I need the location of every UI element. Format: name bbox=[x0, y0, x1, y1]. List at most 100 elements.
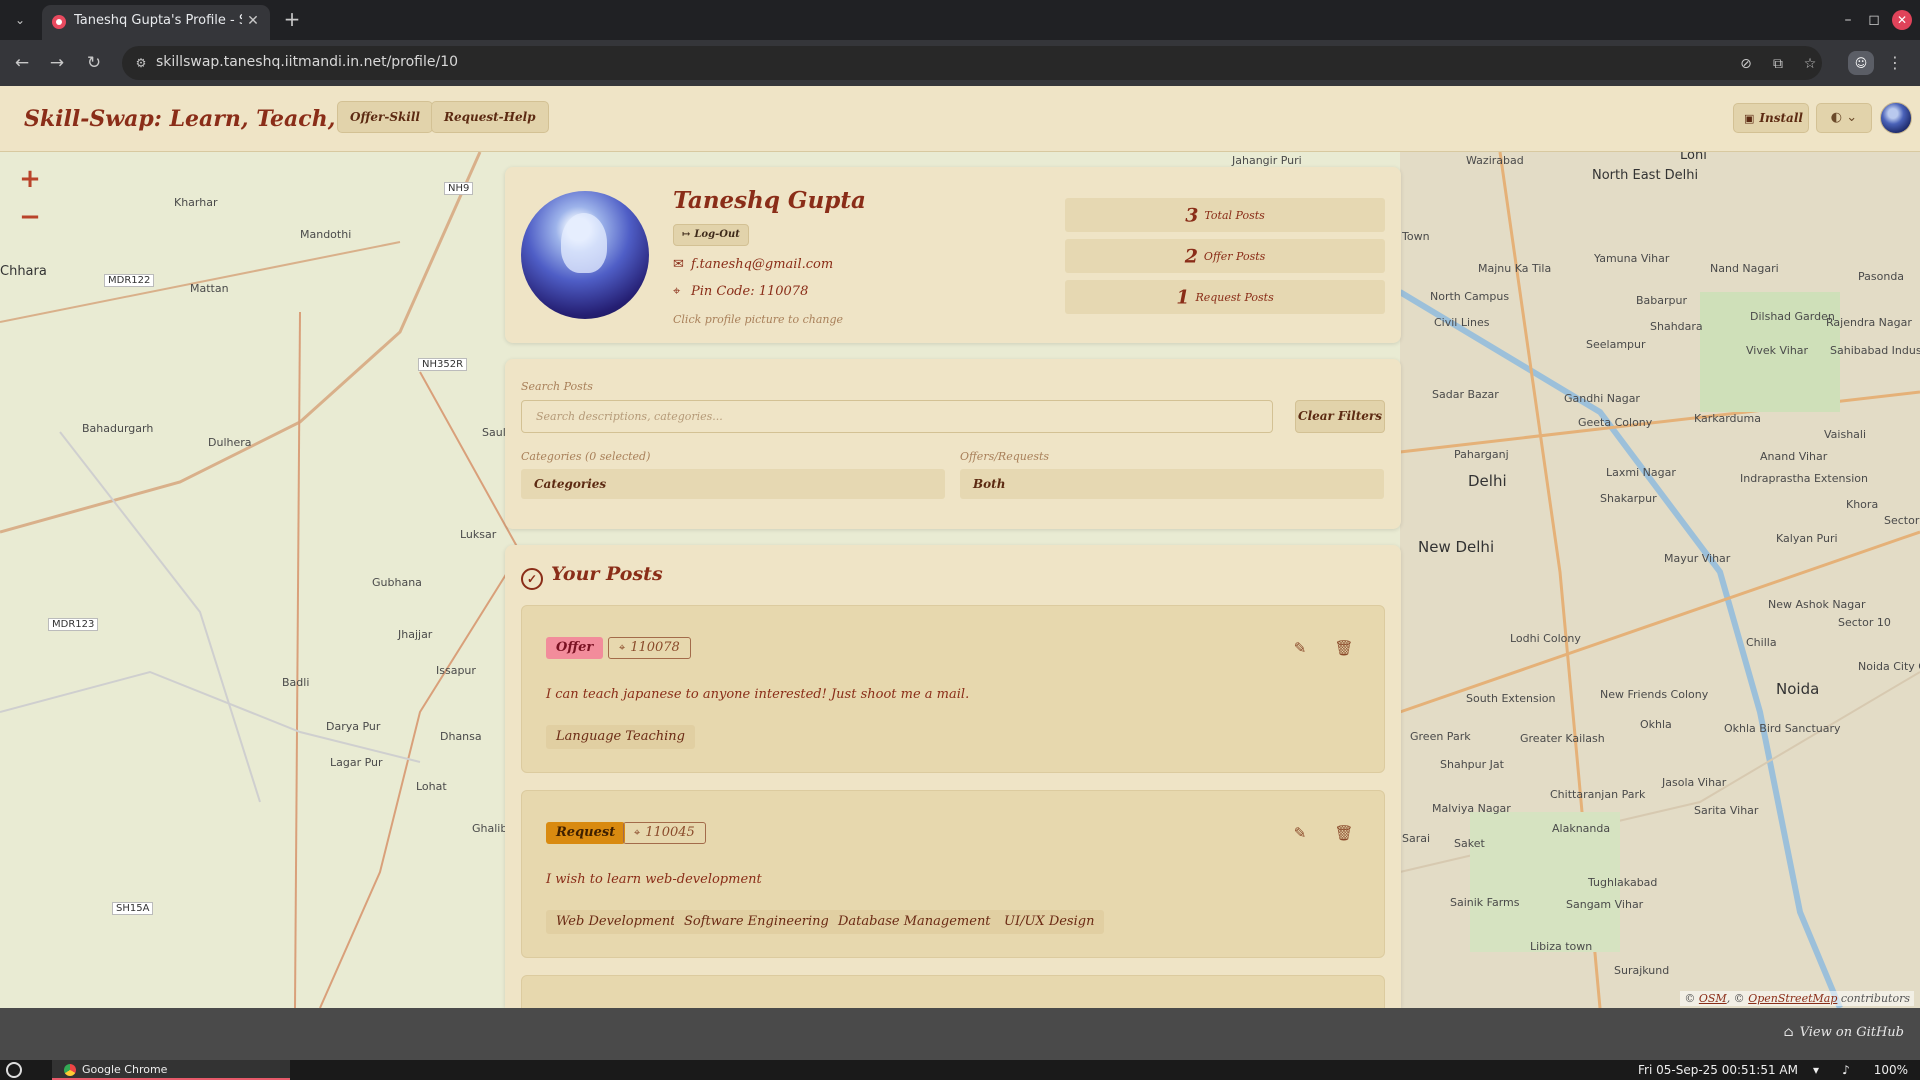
delete-icon[interactable]: 🗑 bbox=[1334, 638, 1354, 658]
logout-button[interactable]: ↦ Log-Out bbox=[673, 224, 749, 246]
header-avatar[interactable] bbox=[1880, 102, 1912, 134]
map-label: Wazirabad bbox=[1466, 154, 1524, 167]
zoom-in-button[interactable]: + bbox=[14, 164, 46, 196]
map-label: Mattan bbox=[190, 282, 229, 295]
new-tab-icon[interactable]: + bbox=[280, 8, 304, 32]
os-taskbar: Google Chrome Fri 05-Sep-25 00:51:51 AM … bbox=[0, 1060, 1920, 1080]
clear-filters-button[interactable]: Clear Filters bbox=[1295, 400, 1385, 433]
map-label: Loni bbox=[1680, 152, 1707, 163]
post-card: Request ⌖ 110045 ✎ 🗑 I wish to learn web-… bbox=[521, 790, 1385, 958]
search-filters-card: Search Posts Clear Filters Categories (0… bbox=[505, 359, 1401, 529]
post-tag: Software Engineering bbox=[674, 910, 839, 934]
profile-picture[interactable] bbox=[521, 191, 649, 319]
install-icon: ▣ bbox=[1744, 112, 1755, 125]
tab-search-icon[interactable]: ⌄ bbox=[8, 8, 32, 32]
post-pin: 110045 bbox=[645, 825, 695, 840]
map-label: New Delhi bbox=[1418, 538, 1495, 556]
map-label: Karkarduma bbox=[1694, 412, 1761, 425]
map-label: Noida bbox=[1776, 680, 1820, 698]
map-label: Saket bbox=[1454, 837, 1485, 850]
post-type-badge: Offer bbox=[546, 637, 604, 659]
system-clock[interactable]: Fri 05-Sep-25 00:51:51 AM bbox=[1638, 1063, 1798, 1077]
map-label: Shahdara bbox=[1650, 320, 1703, 333]
openstreetmap-link[interactable]: OpenStreetMap bbox=[1748, 992, 1837, 1005]
battery-level[interactable]: 100% bbox=[1874, 1063, 1908, 1077]
system-menu-icon[interactable] bbox=[6, 1062, 22, 1078]
minimize-icon[interactable]: – bbox=[1836, 8, 1860, 32]
map-label: Darya Pur bbox=[326, 720, 381, 733]
reload-icon[interactable]: ↻ bbox=[82, 51, 106, 75]
taskbar-chrome-item[interactable]: Google Chrome bbox=[52, 1060, 290, 1080]
stat-offer-posts: 2 Offer Posts bbox=[1065, 239, 1385, 273]
profile-email[interactable]: f.taneshq@gmail.com bbox=[691, 257, 833, 272]
palette-icon: ◐ bbox=[1830, 110, 1843, 125]
browser-menu-icon[interactable]: ⋮ bbox=[1886, 51, 1904, 75]
search-input[interactable] bbox=[521, 400, 1273, 433]
edit-icon[interactable]: ✎ bbox=[1290, 638, 1310, 658]
road-shield: MDR122 bbox=[104, 274, 155, 287]
request-help-button[interactable]: Request-Help bbox=[431, 101, 549, 133]
post-card-partial bbox=[521, 975, 1385, 1008]
chevron-down-icon: ⌄ bbox=[1846, 110, 1858, 125]
map-label: Lodhi Colony bbox=[1510, 632, 1581, 645]
categories-select[interactable]: Categories bbox=[521, 469, 945, 499]
post-description: I can teach japanese to anyone intereste… bbox=[546, 687, 970, 702]
map-label: Shahpur Jat bbox=[1440, 758, 1504, 771]
map-label: Mayur Vihar bbox=[1664, 552, 1731, 565]
major-road bbox=[319, 371, 522, 1008]
offers-requests-select[interactable]: Both bbox=[960, 469, 1384, 499]
map-label: Rajendra Nagar bbox=[1826, 316, 1912, 329]
map-label: Dhansa bbox=[440, 730, 482, 743]
install-app-icon[interactable]: ⧉ bbox=[1768, 54, 1788, 74]
edit-icon[interactable]: ✎ bbox=[1290, 823, 1310, 843]
map-label: Yamuna Vihar bbox=[1594, 252, 1670, 265]
forward-icon[interactable]: → bbox=[45, 51, 69, 75]
browser-tab[interactable]: Taneshq Gupta's Profile - Skil ✕ bbox=[42, 5, 270, 40]
map-label: Badli bbox=[282, 676, 310, 689]
tab-close-icon[interactable]: ✕ bbox=[244, 12, 262, 30]
window-close-icon[interactable]: ✕ bbox=[1892, 10, 1912, 30]
map-label: Nand Nagari bbox=[1710, 262, 1779, 275]
stat-label: Request Posts bbox=[1195, 291, 1274, 304]
map-label: Anand Vihar bbox=[1760, 450, 1828, 463]
posts-title: Your Posts bbox=[551, 563, 663, 585]
major-road bbox=[0, 152, 482, 534]
browser-profile-icon[interactable]: ☺ bbox=[1848, 51, 1874, 75]
map-label: Alaknanda bbox=[1552, 822, 1611, 835]
map-label: Khora bbox=[1846, 498, 1879, 511]
map-label: Sadar Bazar bbox=[1432, 388, 1499, 401]
map-label: Gandhi Nagar bbox=[1564, 392, 1640, 405]
github-link[interactable]: ⌂ View on GitHub bbox=[1784, 1025, 1904, 1040]
post-description: I wish to learn web-development bbox=[546, 872, 762, 887]
map-label: Dilshad Garden bbox=[1750, 310, 1835, 323]
location-pin-icon: ⌖ bbox=[619, 641, 626, 654]
offer-skill-button[interactable]: Offer-Skill bbox=[337, 101, 433, 133]
address-bar[interactable]: ⚙ skillswap.taneshq.iitmandi.in.net/prof… bbox=[122, 46, 1822, 80]
wifi-icon[interactable]: ▾ bbox=[1808, 1062, 1824, 1078]
map-label: Sangam Vihar bbox=[1566, 898, 1644, 911]
post-pin-badge: ⌖ 110078 bbox=[608, 637, 691, 659]
delete-icon[interactable]: 🗑 bbox=[1334, 823, 1354, 843]
back-icon[interactable]: ← bbox=[10, 51, 34, 75]
map-label: Surajkund bbox=[1614, 964, 1670, 977]
osm-link[interactable]: OSM bbox=[1699, 992, 1727, 1005]
map-label: Babarpur bbox=[1636, 294, 1688, 307]
stat-request-posts: 1 Request Posts bbox=[1065, 280, 1385, 314]
logout-label: Log-Out bbox=[694, 229, 740, 240]
url-text[interactable]: skillswap.taneshq.iitmandi.in.net/profil… bbox=[156, 54, 458, 70]
install-button[interactable]: ▣ Install bbox=[1733, 103, 1809, 133]
theme-picker-button[interactable]: ◐ ⌄ bbox=[1816, 103, 1872, 133]
site-info-icon[interactable]: ⚙ bbox=[132, 54, 150, 72]
stat-label: Offer Posts bbox=[1203, 250, 1266, 263]
map-label: Kharhar bbox=[174, 196, 218, 209]
maximize-icon[interactable]: ◻ bbox=[1862, 8, 1886, 32]
eye-off-icon[interactable]: ⊘ bbox=[1736, 54, 1756, 74]
categories-label: Categories (0 selected) bbox=[521, 450, 651, 463]
email-row: ✉ f.taneshq@gmail.com bbox=[673, 257, 833, 272]
offers-requests-label: Offers/Requests bbox=[960, 450, 1050, 463]
post-pin: 110078 bbox=[630, 640, 680, 655]
bookmark-star-icon[interactable]: ☆ bbox=[1800, 54, 1820, 74]
zoom-out-button[interactable]: − bbox=[14, 202, 46, 234]
app-header: Skill-Swap: Learn, Teach, Socialise Offe… bbox=[0, 86, 1920, 152]
volume-icon[interactable]: ♪ bbox=[1838, 1062, 1854, 1078]
